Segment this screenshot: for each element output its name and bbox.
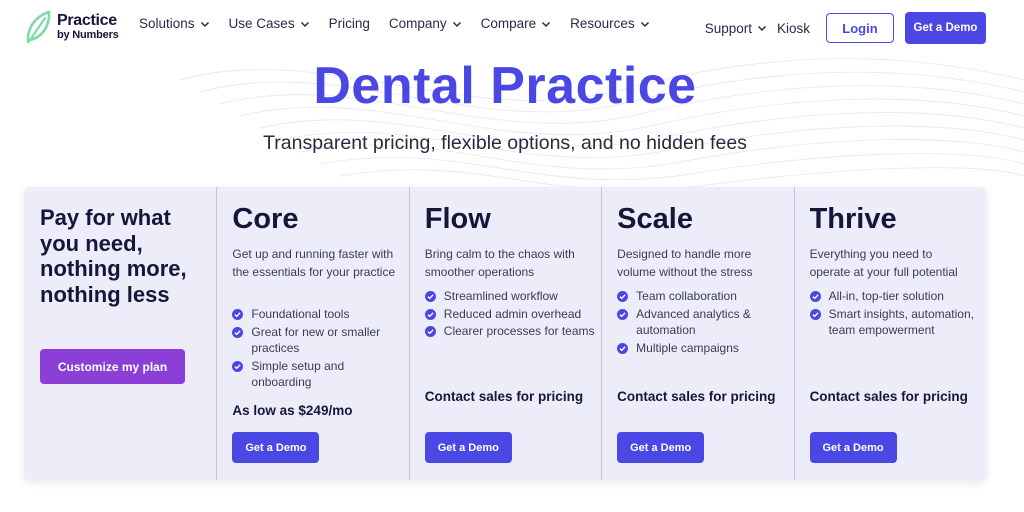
feature-item: Great for new or smaller practices: [232, 324, 402, 357]
plan-card-scale: Scale Designed to handle more volume wit…: [601, 187, 793, 480]
plan-description: Designed to handle more volume without t…: [617, 247, 753, 279]
feature-text: Multiple campaigns: [636, 340, 739, 355]
menu-label: Pricing: [328, 16, 370, 31]
feature-item: Multiple campaigns: [617, 340, 787, 357]
check-circle-icon: [232, 360, 244, 372]
check-circle-icon: [617, 342, 629, 354]
chevron-down-icon: [640, 21, 649, 27]
chevron-down-icon: [300, 21, 309, 27]
check-circle-icon: [617, 291, 629, 302]
check-circle-icon: [809, 291, 821, 302]
feature-item: All-in, top-tier solution: [809, 288, 980, 305]
feature-list: All-in, top-tier solution Smart insights…: [809, 288, 980, 340]
menu-label: Resources: [570, 16, 635, 31]
check-circle-icon: [809, 308, 821, 320]
feature-item: Clearer processes for teams: [424, 323, 595, 340]
plan-name: Scale: [617, 203, 693, 235]
chevron-down-icon: [757, 25, 767, 32]
menu-support[interactable]: Support: [705, 21, 767, 36]
kiosk-link[interactable]: Kiosk: [777, 21, 810, 36]
check-circle-icon: [232, 326, 244, 338]
menu-company[interactable]: Company: [389, 16, 462, 31]
check-circle-icon: [424, 291, 436, 302]
menu-compare[interactable]: Compare: [481, 16, 552, 31]
get-demo-button[interactable]: Get a Demo: [617, 432, 705, 463]
get-demo-button[interactable]: Get a Demo: [232, 432, 320, 463]
menu-label: Use Cases: [228, 16, 295, 31]
get-demo-button[interactable]: Get a Demo: [424, 432, 512, 463]
check-circle-icon: [424, 308, 436, 320]
plan-card-flow: Flow Bring calm to the chaos with smooth…: [408, 187, 601, 480]
feature-list: Foundational tools Great for new or smal…: [232, 306, 402, 392]
feature-text: Streamlined workflow: [443, 289, 558, 303]
feature-list: Streamlined workflow Reduced admin overh…: [424, 288, 595, 341]
main-menu: Solutions Use Cases Pricing Company Comp…: [139, 16, 669, 31]
menu-label: Compare: [480, 16, 537, 31]
menu-pricing[interactable]: Pricing: [329, 16, 370, 31]
feature-text: Smart insights, automation, team empower…: [828, 306, 974, 338]
plan-name: Thrive: [809, 203, 897, 235]
menu-use-cases[interactable]: Use Cases: [229, 16, 310, 31]
intro-heading: Pay for what you need, nothing more, not…: [40, 205, 187, 307]
feature-item: Team collaboration: [617, 288, 787, 305]
plan-description: Everything you need to operate at your f…: [809, 247, 958, 279]
chevron-down-icon: [542, 21, 551, 27]
get-demo-button[interactable]: Get a Demo: [809, 432, 897, 463]
menu-resources[interactable]: Resources: [570, 16, 650, 31]
menu-solutions[interactable]: Solutions: [139, 16, 210, 31]
chevron-down-icon: [452, 21, 461, 27]
page-subtitle: Transparent pricing, flexible options, a…: [263, 132, 747, 154]
feature-text: Great for new or smaller practices: [251, 324, 381, 356]
feature-text: All-in, top-tier solution: [828, 289, 944, 303]
login-button[interactable]: Login: [826, 13, 894, 43]
feature-item: Advanced analytics & automation: [617, 306, 787, 339]
plan-description: Get up and running faster with the essen…: [232, 247, 396, 279]
top-nav: Practice by Numbers Solutions Use Cases …: [0, 0, 1024, 56]
feature-text: Team collaboration: [636, 289, 737, 303]
feature-list: Team collaboration Advanced analytics & …: [617, 288, 787, 357]
customize-plan-button[interactable]: Customize my plan: [40, 349, 185, 384]
feature-item: Smart insights, automation, team empower…: [809, 306, 980, 339]
feature-text: Simple setup and onboarding: [251, 358, 345, 390]
check-circle-icon: [617, 308, 629, 320]
check-circle-icon: [424, 326, 436, 337]
plan-name: Flow: [424, 203, 491, 235]
plan-price: Contact sales for pricing: [424, 389, 584, 404]
plan-name: Core: [232, 203, 299, 235]
brand-logo[interactable]: Practice by Numbers: [24, 9, 119, 45]
plan-description: Bring calm to the chaos with smoother op…: [424, 247, 575, 279]
check-circle-icon: [232, 309, 244, 320]
feature-text: Advanced analytics & automation: [636, 306, 751, 338]
feature-text: Clearer processes for teams: [443, 324, 595, 338]
feature-item: Simple setup and onboarding: [232, 358, 402, 391]
intro-column: Pay for what you need, nothing more, not…: [24, 187, 216, 480]
feature-item: Streamlined workflow: [424, 288, 595, 305]
feature-text: Reduced admin overhead: [443, 306, 582, 321]
page-title: Dental Practice: [313, 57, 697, 115]
brand-name-line2: by Numbers: [57, 29, 119, 41]
plan-card-core: Core Get up and running faster with the …: [216, 187, 408, 480]
chevron-down-icon: [200, 21, 209, 27]
feature-item: Foundational tools: [232, 306, 402, 323]
plan-price: Contact sales for pricing: [617, 389, 776, 404]
support-label: Support: [704, 20, 752, 36]
feature-item: Reduced admin overhead: [424, 306, 595, 323]
get-demo-nav-button[interactable]: Get a Demo: [905, 12, 986, 44]
menu-label: Company: [388, 16, 447, 31]
leaf-logo-icon: [26, 10, 51, 44]
feature-text: Foundational tools: [251, 307, 350, 321]
plan-card-thrive: Thrive Everything you need to operate at…: [793, 187, 986, 480]
plan-price: As low as $249/mo: [232, 403, 353, 418]
pricing-panel: Pay for what you need, nothing more, not…: [24, 187, 986, 480]
brand-name-line1: Practice: [57, 12, 117, 29]
plan-price: Contact sales for pricing: [809, 389, 968, 404]
menu-label: Solutions: [139, 16, 195, 31]
nav-actions: Support Kiosk Login Get a Demo: [705, 12, 986, 44]
